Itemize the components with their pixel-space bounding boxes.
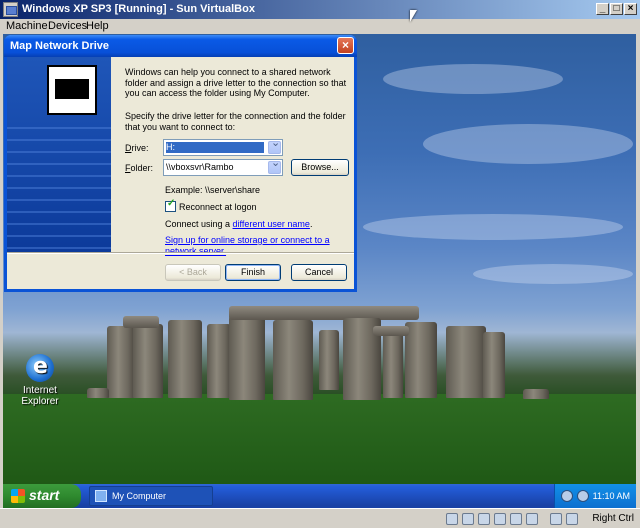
usb-icon[interactable]: [494, 513, 506, 525]
taskbar-item-my-computer[interactable]: My Computer: [89, 486, 213, 506]
virtualbox-icon: [3, 2, 18, 17]
taskbar-item-label: My Computer: [112, 491, 167, 501]
back-button[interactable]: < Back: [165, 264, 221, 281]
folder-label: Folder:: [125, 163, 154, 173]
dialog-separator: [7, 252, 354, 254]
cancel-button[interactable]: Cancel: [291, 264, 347, 281]
specify-text: Specify the drive letter for the connect…: [125, 111, 346, 132]
tray-network-icon[interactable]: [561, 490, 573, 502]
harddisk-icon[interactable]: [446, 513, 458, 525]
finish-button[interactable]: Finish: [225, 264, 281, 281]
host-key-label: Right Ctrl: [592, 513, 634, 524]
tray-clock[interactable]: 11:10 AM: [593, 491, 630, 501]
system-tray: 11:10 AM: [554, 484, 636, 508]
shared-folders-icon[interactable]: [510, 513, 522, 525]
minimize-button[interactable]: _: [596, 3, 609, 15]
stone-lintel: [229, 306, 419, 320]
stone: [483, 332, 505, 398]
guest-desktop[interactable]: Internet Explorer Map Network Drive × Wi…: [3, 34, 636, 508]
folder-combo-value: \\vboxsvr\Rambo: [166, 162, 234, 172]
my-computer-icon: [95, 490, 107, 502]
stone-lintel: [373, 326, 409, 336]
cloud: [383, 64, 563, 94]
stone: [383, 328, 403, 398]
host-key-icon: [566, 513, 578, 525]
stone: [133, 324, 163, 398]
cloud: [423, 124, 633, 164]
tray-security-icon[interactable]: [577, 490, 589, 502]
vm-window-title: Windows XP SP3 [Running] - Sun VirtualBo…: [22, 3, 255, 15]
connect-using-text: Connect using a different user name.: [165, 219, 312, 230]
mouse-cursor-icon: [410, 10, 417, 22]
menu-machine[interactable]: Machine: [6, 20, 48, 32]
desktop-icon-internet-explorer[interactable]: Internet Explorer: [15, 354, 65, 407]
stone: [87, 388, 109, 398]
dialog-title: Map Network Drive: [10, 40, 110, 52]
stone: [229, 316, 265, 400]
stone: [319, 330, 339, 390]
cdrom-icon[interactable]: [462, 513, 474, 525]
example-text: Example: \\server\share: [165, 185, 261, 195]
maximize-button[interactable]: □: [610, 3, 623, 15]
windows-logo-icon: [11, 489, 25, 503]
dialog-side-panel: [7, 57, 111, 252]
menu-devices[interactable]: Devices: [48, 20, 87, 32]
mouse-integration-icon[interactable]: [550, 513, 562, 525]
map-network-drive-dialog: Map Network Drive × Windows can help you…: [4, 35, 357, 292]
dialog-titlebar[interactable]: Map Network Drive ×: [4, 35, 357, 57]
connect-prefix: Connect using a: [165, 219, 233, 229]
stone-lintel: [123, 316, 159, 328]
network-drive-icon: [47, 65, 97, 115]
chevron-down-icon[interactable]: [268, 138, 281, 154]
vm-statusbar: Right Ctrl: [0, 508, 640, 528]
reconnect-label: Reconnect at logon: [179, 202, 257, 212]
drive-select[interactable]: H:: [163, 138, 283, 156]
connect-suffix: .: [309, 219, 313, 229]
desktop-icon-label: Internet Explorer: [21, 385, 59, 407]
stone: [446, 326, 486, 398]
intro-text: Windows can help you connect to a shared…: [125, 67, 347, 98]
cloud: [473, 264, 633, 284]
taskbar: start My Computer 11:10 AM: [3, 484, 636, 508]
network-icon[interactable]: [478, 513, 490, 525]
different-user-name-link[interactable]: different user name: [233, 219, 310, 229]
drive-label: Drive:: [125, 143, 149, 153]
cloud: [363, 214, 623, 240]
vm-window-titlebar: Windows XP SP3 [Running] - Sun VirtualBo…: [0, 0, 640, 19]
start-label: start: [29, 487, 60, 503]
reconnect-checkbox[interactable]: [165, 199, 176, 212]
menu-help[interactable]: Help: [86, 20, 109, 32]
close-button[interactable]: ×: [624, 3, 637, 15]
vm-menubar: Machine Devices Help: [0, 19, 640, 34]
stone: [273, 320, 313, 400]
drive-select-value: H:: [166, 142, 264, 153]
stone: [168, 320, 202, 398]
dialog-close-button[interactable]: ×: [337, 37, 354, 54]
stone: [405, 322, 437, 398]
folder-combo[interactable]: \\vboxsvr\Rambo: [163, 158, 283, 176]
stone: [523, 389, 549, 399]
internet-explorer-icon: [26, 354, 54, 382]
start-button[interactable]: start: [3, 484, 81, 508]
browse-button[interactable]: Browse...: [291, 159, 349, 176]
display-icon[interactable]: [526, 513, 538, 525]
stone: [107, 326, 135, 398]
side-panel-decoration: [7, 117, 111, 252]
chevron-down-icon[interactable]: [268, 158, 281, 174]
stone: [207, 324, 231, 398]
